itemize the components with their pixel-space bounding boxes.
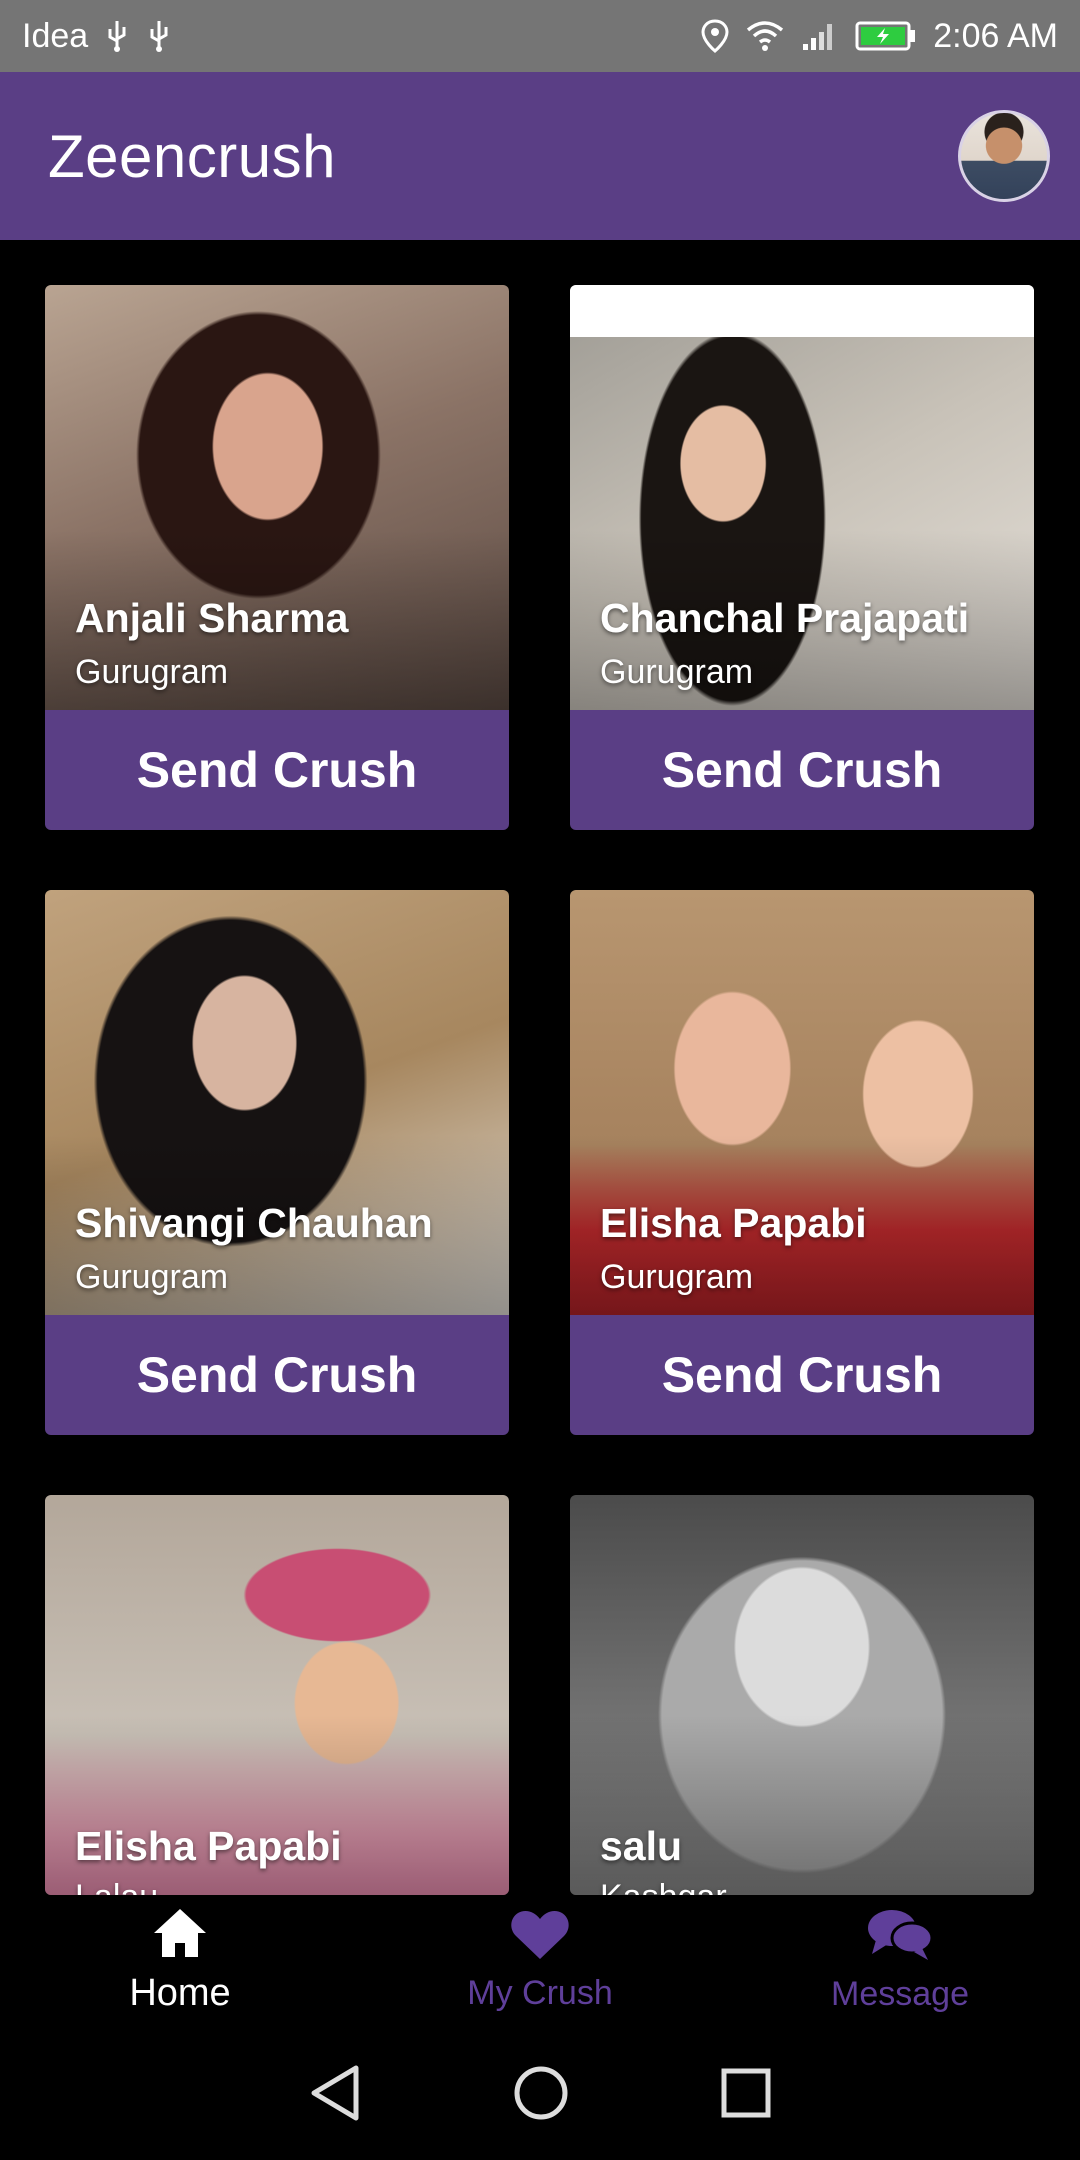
send-crush-button[interactable]: Send Crush bbox=[570, 710, 1034, 830]
profile-card[interactable]: Elisha Papabi Gurugram Send Crush bbox=[570, 890, 1034, 1435]
send-crush-button[interactable]: Send Crush bbox=[570, 1315, 1034, 1435]
home-icon bbox=[150, 1905, 210, 1966]
profile-name: Shivangi Chauhan bbox=[75, 1200, 433, 1246]
location-icon bbox=[701, 19, 729, 53]
profile-city: Gurugram bbox=[600, 1258, 754, 1296]
screen: Idea 2:06 AM Zeencrush Anjali Sharma Gur… bbox=[0, 0, 1080, 2160]
home-circle-icon[interactable] bbox=[512, 2064, 570, 2122]
profile-name: Chanchal Prajapati bbox=[600, 595, 970, 641]
signal-icon bbox=[801, 20, 839, 52]
battery-icon bbox=[855, 20, 917, 52]
nav-my-crush[interactable]: My Crush bbox=[360, 1895, 720, 2025]
system-nav-bar bbox=[0, 2025, 1080, 2160]
wifi-icon bbox=[745, 20, 785, 52]
nav-home-label: Home bbox=[129, 1972, 231, 2014]
nav-home[interactable]: Home bbox=[0, 1895, 360, 2025]
profile-card[interactable]: Anjali Sharma Gurugram Send Crush bbox=[45, 285, 509, 830]
profile-city: Gurugram bbox=[600, 653, 754, 691]
nav-message[interactable]: Message bbox=[720, 1895, 1080, 2025]
usb-icon bbox=[104, 19, 130, 53]
bottom-nav: Home My Crush Message bbox=[0, 1895, 1080, 2025]
send-crush-button[interactable]: Send Crush bbox=[45, 1315, 509, 1435]
profile-name: salu bbox=[600, 1823, 683, 1869]
profile-name: Anjali Sharma bbox=[75, 595, 349, 641]
profile-name: Elisha Papabi bbox=[75, 1823, 342, 1869]
profile-city: Lalau bbox=[75, 1878, 158, 1895]
app-bar: Zeencrush bbox=[0, 72, 1080, 240]
profile-city: Gurugram bbox=[75, 1258, 229, 1296]
profile-photo[interactable]: Anjali Sharma Gurugram bbox=[45, 285, 509, 710]
profile-city: Gurugram bbox=[75, 653, 229, 691]
profile-avatar[interactable] bbox=[958, 110, 1050, 202]
recents-icon[interactable] bbox=[720, 2067, 772, 2119]
back-icon[interactable] bbox=[308, 2064, 362, 2122]
profile-grid: Anjali Sharma Gurugram Send Crush Chanch… bbox=[0, 240, 1080, 1895]
profile-photo[interactable]: Shivangi Chauhan Gurugram bbox=[45, 890, 509, 1315]
carrier-name: Idea bbox=[22, 16, 89, 55]
app-title: Zeencrush bbox=[48, 122, 336, 190]
profile-city: Kashgar bbox=[600, 1878, 727, 1895]
profile-photo[interactable]: Elisha Papabi Gurugram bbox=[570, 890, 1034, 1315]
profile-card[interactable]: Shivangi Chauhan Gurugram Send Crush bbox=[45, 890, 509, 1435]
nav-message-label: Message bbox=[831, 1975, 969, 2013]
usb-icon bbox=[146, 19, 172, 53]
profile-card[interactable]: salu Kashgar bbox=[570, 1495, 1034, 1895]
profile-card[interactable]: Chanchal Prajapati Gurugram Send Crush bbox=[570, 285, 1034, 830]
profile-photo[interactable]: Elisha Papabi Lalau bbox=[45, 1495, 509, 1895]
chat-icon bbox=[866, 1906, 934, 1969]
profile-photo[interactable]: Chanchal Prajapati Gurugram bbox=[570, 285, 1034, 710]
profile-card[interactable]: Elisha Papabi Lalau bbox=[45, 1495, 509, 1895]
send-crush-button[interactable]: Send Crush bbox=[45, 710, 509, 830]
status-left: Idea bbox=[22, 17, 172, 56]
profile-photo[interactable]: salu Kashgar bbox=[570, 1495, 1034, 1895]
status-right: 2:06 AM bbox=[701, 17, 1058, 56]
profile-name: Elisha Papabi bbox=[600, 1200, 867, 1246]
nav-my-crush-label: My Crush bbox=[467, 1974, 613, 2012]
clock: 2:06 AM bbox=[933, 16, 1058, 55]
status-bar: Idea 2:06 AM bbox=[0, 0, 1080, 72]
heart-icon bbox=[509, 1907, 571, 1968]
